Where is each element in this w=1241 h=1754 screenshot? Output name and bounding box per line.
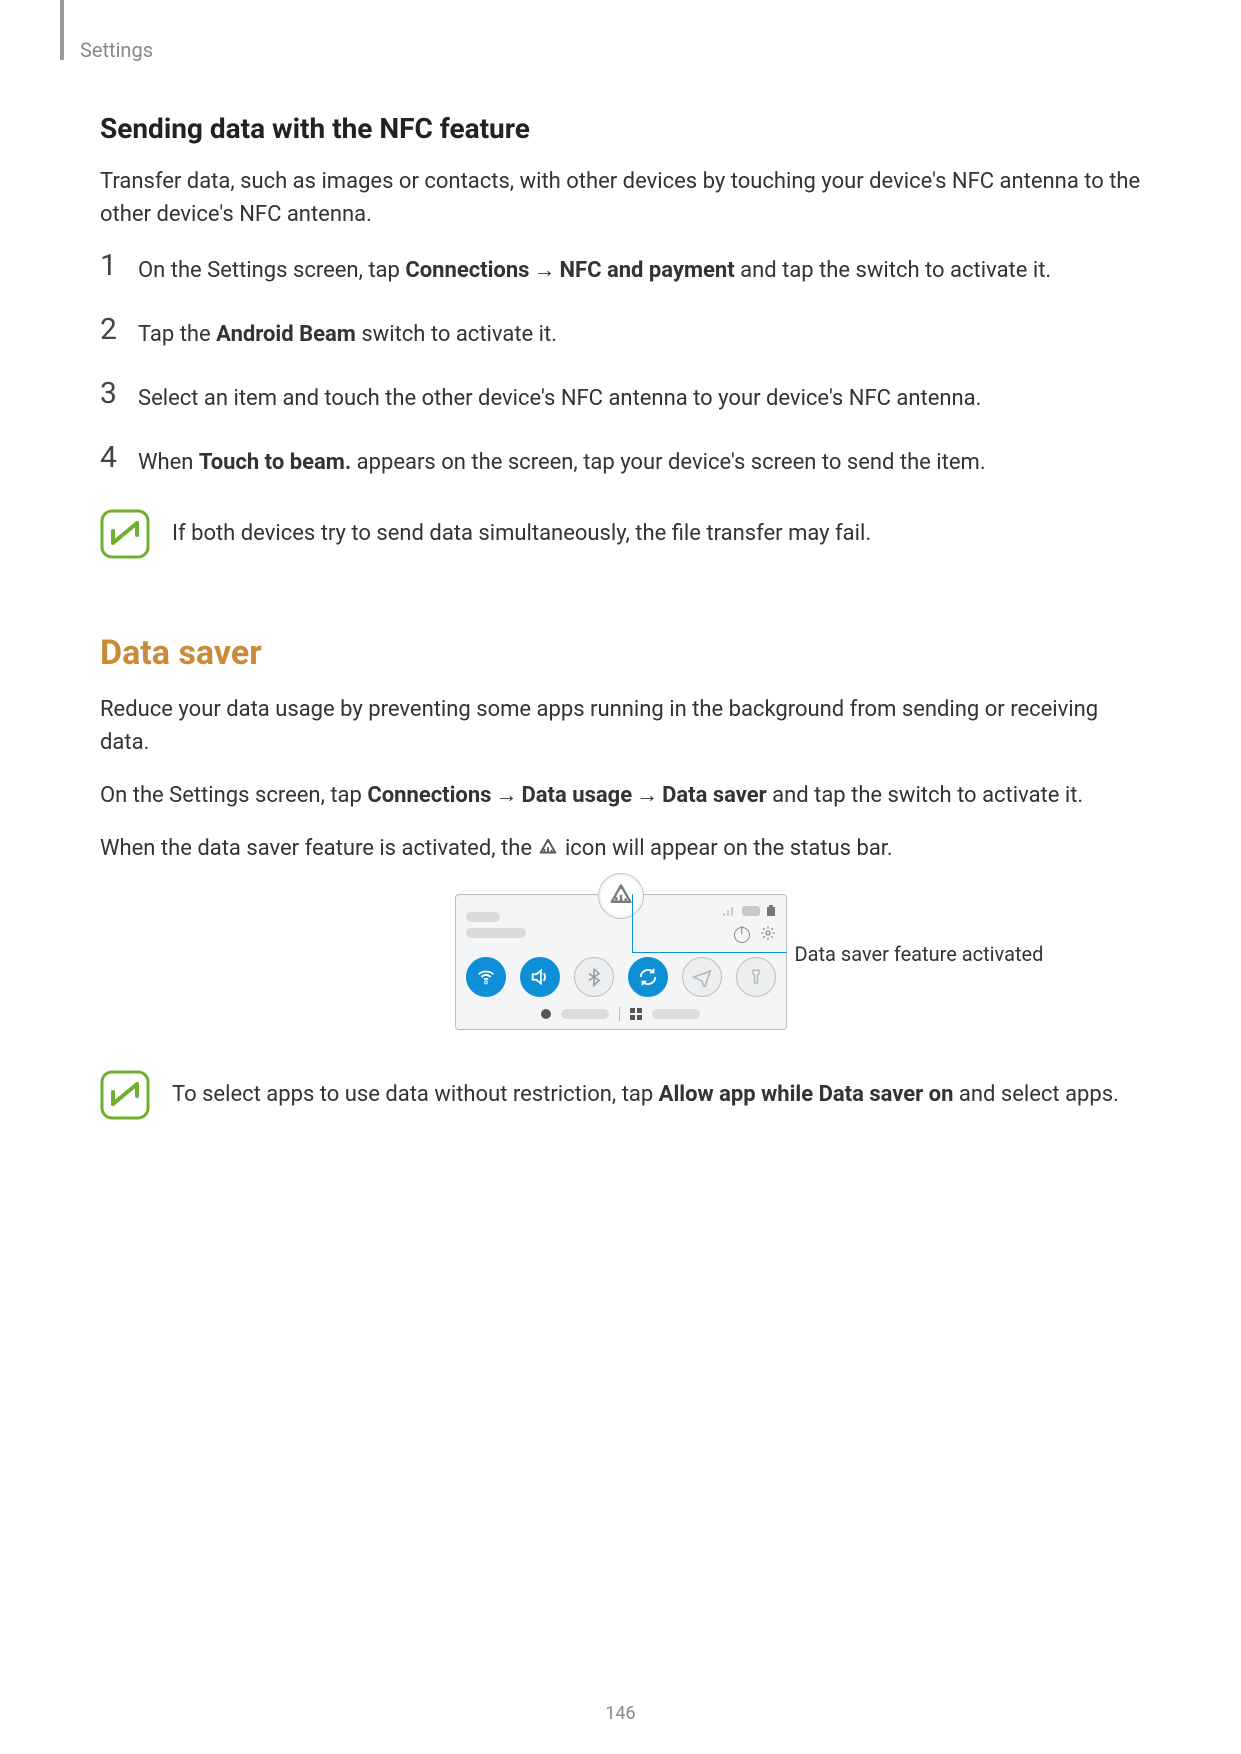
step-number: 2 xyxy=(100,315,138,345)
blurred-icon xyxy=(742,906,760,916)
arrow-icon: → xyxy=(491,779,521,812)
bold: Android Beam xyxy=(216,322,356,347)
callout-line xyxy=(632,952,787,953)
separator xyxy=(619,1007,620,1021)
step-body: Tap the Android Beam switch to activate … xyxy=(138,315,1141,351)
step-number: 1 xyxy=(100,251,138,281)
text: Tap the xyxy=(138,322,216,347)
dot-icon xyxy=(541,1009,551,1019)
ds-p1: Reduce your data usage by preventing som… xyxy=(100,693,1141,759)
nfc-steps: 1 On the Settings screen, tap Connection… xyxy=(100,251,1141,479)
wifi-toggle-icon xyxy=(466,957,506,997)
ds-p2: On the Settings screen, tap Connections→… xyxy=(100,779,1141,812)
step-number: 4 xyxy=(100,443,138,473)
rotate-toggle-icon xyxy=(628,957,668,997)
sound-toggle-icon xyxy=(520,957,560,997)
ds-p3: When the data saver feature is activated… xyxy=(100,832,1141,869)
bold: Touch to beam. xyxy=(199,450,351,475)
note-text: If both devices try to send data simulta… xyxy=(172,509,1141,550)
heading-nfc: Sending data with the NFC feature xyxy=(100,112,1141,145)
nfc-intro: Transfer data, such as images or contact… xyxy=(100,165,1141,231)
text: On the Settings screen, tap xyxy=(100,783,367,808)
header-rule xyxy=(60,0,64,60)
step-4: 4 When Touch to beam. appears on the scr… xyxy=(100,443,1141,479)
note-datasaver: To select apps to use data without restr… xyxy=(100,1070,1141,1124)
settings-gear-icon xyxy=(760,925,776,945)
step-number: 3 xyxy=(100,379,138,409)
grid-icon xyxy=(630,1008,642,1020)
text: When xyxy=(138,450,199,475)
datasaver-badge-icon xyxy=(598,873,644,919)
note-icon xyxy=(100,1070,150,1124)
blurred-text xyxy=(561,1009,609,1019)
bold: Allow app while Data saver on xyxy=(659,1082,954,1107)
step-body: On the Settings screen, tap Connections→… xyxy=(138,251,1141,287)
bluetooth-toggle-icon xyxy=(574,957,614,997)
power-icon xyxy=(734,927,750,943)
signal-icon xyxy=(722,905,736,917)
text: and tap the switch to activate it. xyxy=(767,783,1084,808)
bold: Connections xyxy=(405,258,529,283)
note-nfc: If both devices try to send data simulta… xyxy=(100,509,1141,563)
arrow-icon: → xyxy=(632,779,662,812)
text: appears on the screen, tap your device's… xyxy=(351,450,985,475)
status-icons xyxy=(722,905,776,917)
text: To select apps to use data without restr… xyxy=(172,1082,659,1107)
breadcrumb: Settings xyxy=(80,38,1141,62)
text: and select apps. xyxy=(953,1082,1118,1107)
battery-icon xyxy=(766,905,776,917)
brightness-row xyxy=(466,1007,776,1021)
quick-panel xyxy=(455,894,787,1030)
bold: Data saver xyxy=(662,783,767,808)
text: and tap the switch to activate it. xyxy=(735,258,1052,283)
text: When the data saver feature is activated… xyxy=(100,836,537,861)
arrow-icon: → xyxy=(529,255,559,287)
flashlight-toggle-icon xyxy=(736,957,776,997)
step-1: 1 On the Settings screen, tap Connection… xyxy=(100,251,1141,287)
blurred-text xyxy=(652,1009,700,1019)
text: icon will appear on the status bar. xyxy=(565,836,893,861)
bold: Data usage xyxy=(521,783,632,808)
text: On the Settings screen, tap xyxy=(138,258,405,283)
bold: Connections xyxy=(367,783,491,808)
note-text: To select apps to use data without restr… xyxy=(172,1070,1141,1111)
airplane-toggle-icon xyxy=(682,957,722,997)
callout-line xyxy=(632,894,633,952)
blurred-text xyxy=(466,912,500,922)
page-number: 146 xyxy=(0,1703,1241,1724)
bold: NFC and payment xyxy=(559,258,734,283)
text: switch to activate it. xyxy=(356,322,557,347)
note-icon xyxy=(100,509,150,563)
blurred-text xyxy=(466,928,526,938)
step-body: Select an item and touch the other devic… xyxy=(138,379,1141,415)
step-2: 2 Tap the Android Beam switch to activat… xyxy=(100,315,1141,351)
quick-toggles xyxy=(466,957,776,997)
heading-datasaver: Data saver xyxy=(100,633,1141,673)
quick-panel-figure: Data saver feature activated xyxy=(100,894,1141,1030)
step-3: 3 Select an item and touch the other dev… xyxy=(100,379,1141,415)
callout-label: Data saver feature activated xyxy=(795,942,1044,966)
step-body: When Touch to beam. appears on the scree… xyxy=(138,443,1141,479)
datasaver-status-icon xyxy=(537,836,559,869)
